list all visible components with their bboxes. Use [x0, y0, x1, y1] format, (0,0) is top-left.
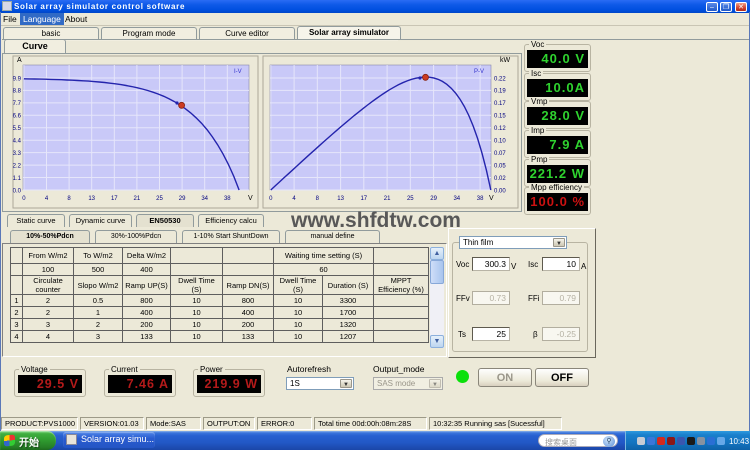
svg-text:38: 38: [477, 196, 484, 202]
svg-text:0.15: 0.15: [494, 114, 506, 120]
svg-text:21: 21: [134, 196, 141, 202]
svg-text:0.12: 0.12: [494, 126, 506, 132]
svg-text:7.7: 7.7: [13, 101, 22, 107]
svg-text:29: 29: [179, 196, 186, 202]
svg-text:0.00: 0.00: [494, 188, 506, 194]
svg-text:3.3: 3.3: [13, 151, 22, 157]
svg-text:38: 38: [224, 196, 231, 202]
svg-text:0.17: 0.17: [494, 101, 506, 107]
svg-text:V: V: [489, 195, 494, 202]
svg-text:9.9: 9.9: [13, 76, 22, 82]
svg-text:0.19: 0.19: [494, 89, 506, 95]
svg-text:A: A: [17, 57, 22, 64]
svg-text:0.10: 0.10: [494, 139, 506, 145]
svg-text:0.0: 0.0: [13, 188, 22, 194]
svg-text:34: 34: [453, 196, 460, 202]
svg-text:34: 34: [201, 196, 208, 202]
svg-text:25: 25: [156, 196, 163, 202]
svg-text:1.1: 1.1: [13, 176, 22, 182]
svg-text:6.6: 6.6: [13, 114, 22, 120]
svg-text:kW: kW: [500, 57, 511, 64]
svg-text:29: 29: [430, 196, 437, 202]
svg-text:0.22: 0.22: [494, 76, 506, 82]
svg-text:2.2: 2.2: [13, 163, 22, 169]
svg-text:4.4: 4.4: [13, 139, 22, 145]
svg-text:V: V: [248, 195, 253, 202]
svg-text:21: 21: [384, 196, 391, 202]
svg-text:13: 13: [337, 196, 344, 202]
svg-text:I-V: I-V: [234, 69, 242, 75]
svg-text:17: 17: [111, 196, 118, 202]
svg-text:P-V: P-V: [474, 69, 484, 75]
svg-text:8.8: 8.8: [13, 89, 22, 95]
svg-text:0.05: 0.05: [494, 163, 506, 169]
svg-text:5.5: 5.5: [13, 126, 22, 132]
svg-text:17: 17: [360, 196, 367, 202]
svg-text:25: 25: [407, 196, 414, 202]
svg-text:13: 13: [88, 196, 95, 202]
svg-text:0.02: 0.02: [494, 176, 506, 182]
svg-text:0.07: 0.07: [494, 151, 506, 157]
